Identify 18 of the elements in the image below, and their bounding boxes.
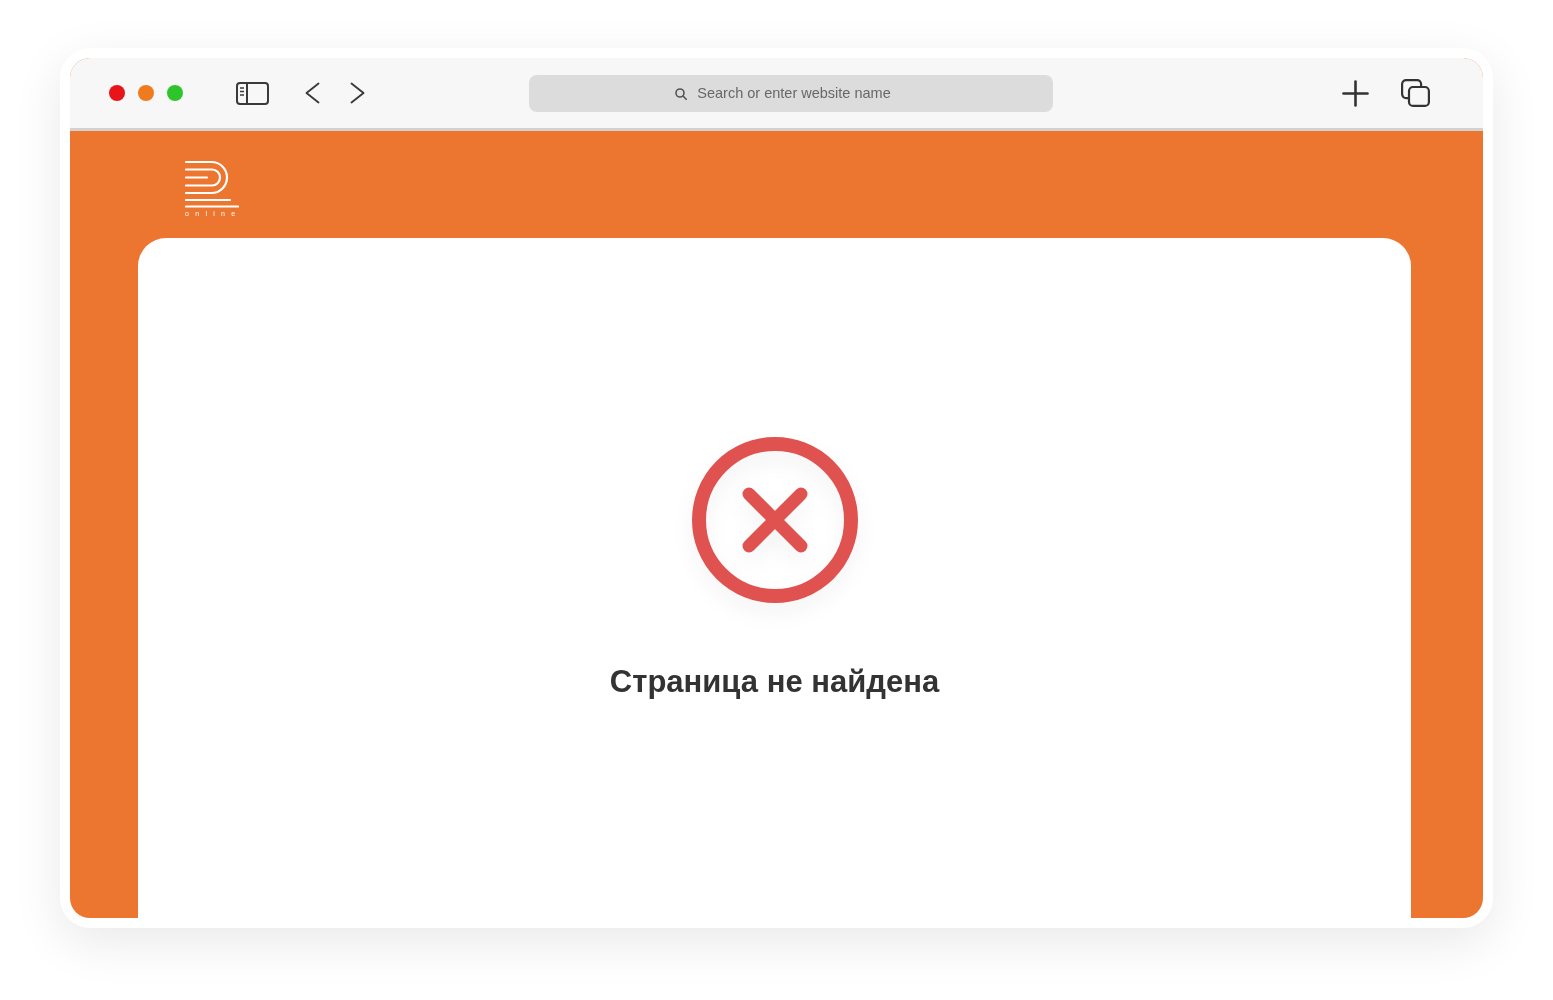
sidebar-icon bbox=[236, 81, 269, 105]
address-bar[interactable]: Search or enter website name bbox=[529, 74, 1053, 112]
window-control-dot[interactable] bbox=[109, 85, 125, 101]
forward-button[interactable] bbox=[350, 82, 365, 104]
search-icon bbox=[675, 87, 687, 100]
new-tab-button[interactable] bbox=[1342, 79, 1369, 107]
sidebar-button[interactable] bbox=[236, 81, 269, 105]
plus-icon bbox=[1342, 79, 1369, 107]
error-message: Страница не найдена bbox=[609, 664, 940, 700]
tabs-button[interactable] bbox=[1401, 79, 1430, 107]
window-control-dot[interactable] bbox=[167, 85, 183, 101]
logo bbox=[185, 160, 239, 208]
window-control-dot[interactable] bbox=[138, 85, 154, 101]
circle-x-icon bbox=[691, 437, 858, 603]
chevron-right-icon bbox=[350, 82, 365, 104]
overlapping-squares-icon bbox=[1401, 79, 1430, 107]
chevron-left-icon bbox=[305, 82, 320, 104]
back-button[interactable] bbox=[305, 82, 320, 104]
